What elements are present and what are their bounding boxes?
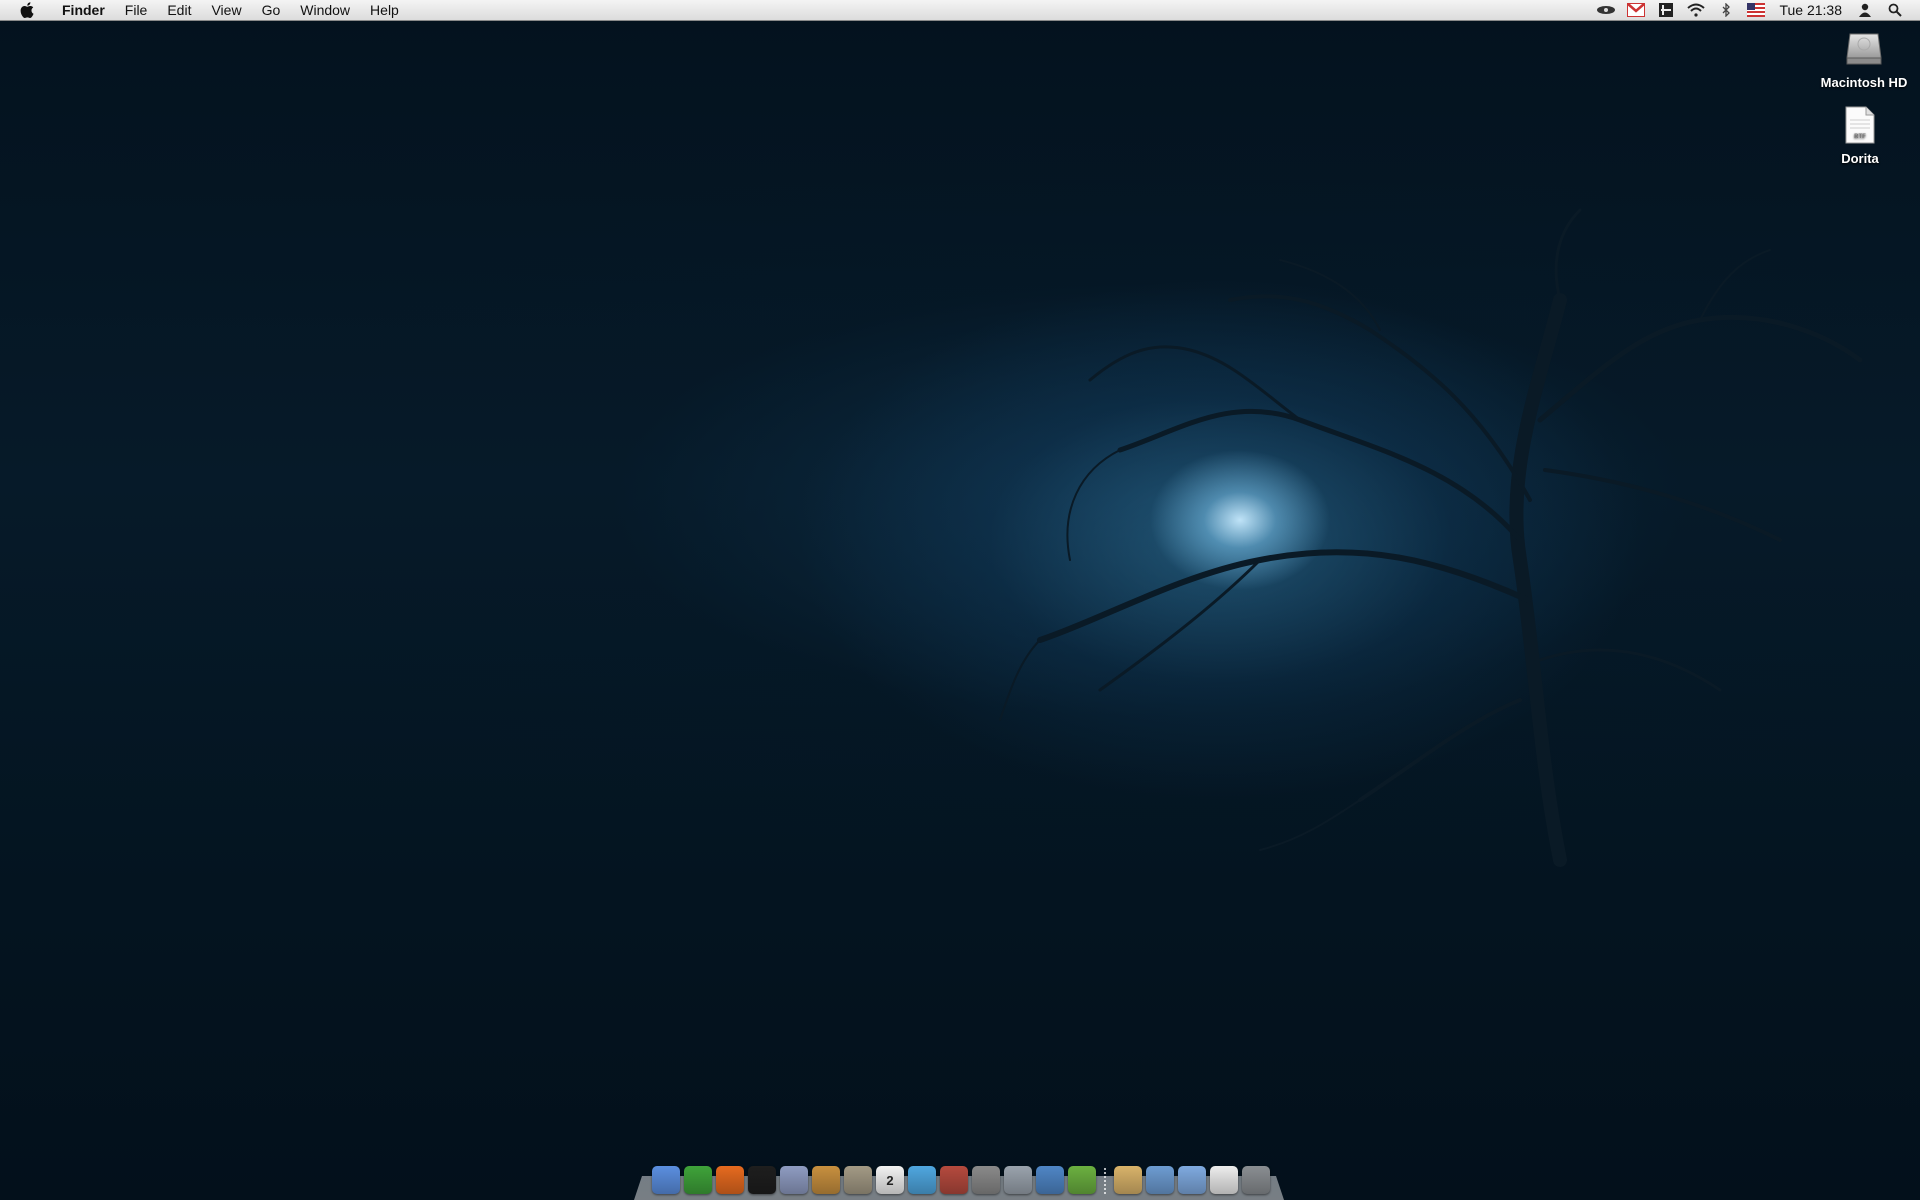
wifi-icon[interactable] <box>1685 0 1707 21</box>
apple-icon <box>20 2 34 18</box>
script-editor-icon[interactable] <box>780 1166 808 1194</box>
us-flag-icon[interactable] <box>1745 0 1767 21</box>
menu-clock[interactable]: Tue 21:38 <box>1771 2 1850 18</box>
bluetooth-icon[interactable] <box>1715 0 1737 21</box>
apple-menu[interactable] <box>16 2 38 18</box>
desktop-icon-label: Dorita <box>1841 151 1879 166</box>
user-icon[interactable] <box>1854 0 1876 21</box>
spotlight-icon[interactable] <box>1884 0 1906 21</box>
ical-date-label: 2 <box>886 1172 894 1188</box>
document-stack-icon[interactable] <box>1210 1166 1238 1194</box>
menu-edit[interactable]: Edit <box>157 0 201 21</box>
dock-items: 2 <box>652 1166 1274 1194</box>
app-store-icon[interactable] <box>844 1166 872 1194</box>
menu-bar: Finder File Edit View Go Window Help Tue… <box>0 0 1920 21</box>
desktop-icon-dorita[interactable]: RTF Dorita <box>1810 106 1910 166</box>
dock-separator[interactable] <box>1104 1168 1106 1194</box>
eye-icon[interactable] <box>1595 0 1617 21</box>
menu-view[interactable]: View <box>201 0 251 21</box>
menu-file[interactable]: File <box>115 0 158 21</box>
itunes-icon[interactable] <box>908 1166 936 1194</box>
terminal-icon[interactable] <box>748 1166 776 1194</box>
linkage-icon[interactable] <box>1068 1166 1096 1194</box>
rtf-document-icon: RTF <box>1845 106 1875 144</box>
hard-drive-icon <box>1846 33 1882 65</box>
applications-folder-icon[interactable] <box>1146 1166 1174 1194</box>
status-area: Tue 21:38 <box>1591 0 1920 21</box>
rtf-badge: RTF <box>1854 134 1866 140</box>
app-menu-finder[interactable]: Finder <box>52 0 115 21</box>
desktop-wallpaper <box>0 0 1920 1200</box>
documents-stack-icon[interactable] <box>1114 1166 1142 1194</box>
downloads-folder-icon[interactable] <box>1178 1166 1206 1194</box>
address-book-icon[interactable] <box>940 1166 968 1194</box>
tree-silhouette <box>999 208 1863 867</box>
firefox-icon[interactable] <box>716 1166 744 1194</box>
dock: 2 <box>634 1166 1284 1200</box>
menu-go[interactable]: Go <box>252 0 291 21</box>
menu-window[interactable]: Window <box>290 0 360 21</box>
desktop-icon-label: Macintosh HD <box>1820 75 1908 90</box>
desktop-icon-macintosh-hd[interactable]: Macintosh HD <box>1814 28 1914 90</box>
utility-icon[interactable] <box>1004 1166 1032 1194</box>
word-icon[interactable] <box>1036 1166 1064 1194</box>
ical-icon[interactable]: 2 <box>876 1166 904 1194</box>
system-preferences-icon[interactable] <box>972 1166 1000 1194</box>
gmail-icon[interactable] <box>1625 0 1647 21</box>
trash-icon[interactable] <box>1242 1166 1270 1194</box>
preview-icon[interactable] <box>812 1166 840 1194</box>
adium-icon[interactable] <box>684 1166 712 1194</box>
menu-help[interactable]: Help <box>360 0 409 21</box>
dashboard-icon[interactable] <box>1655 0 1677 21</box>
finder-icon[interactable] <box>652 1166 680 1194</box>
